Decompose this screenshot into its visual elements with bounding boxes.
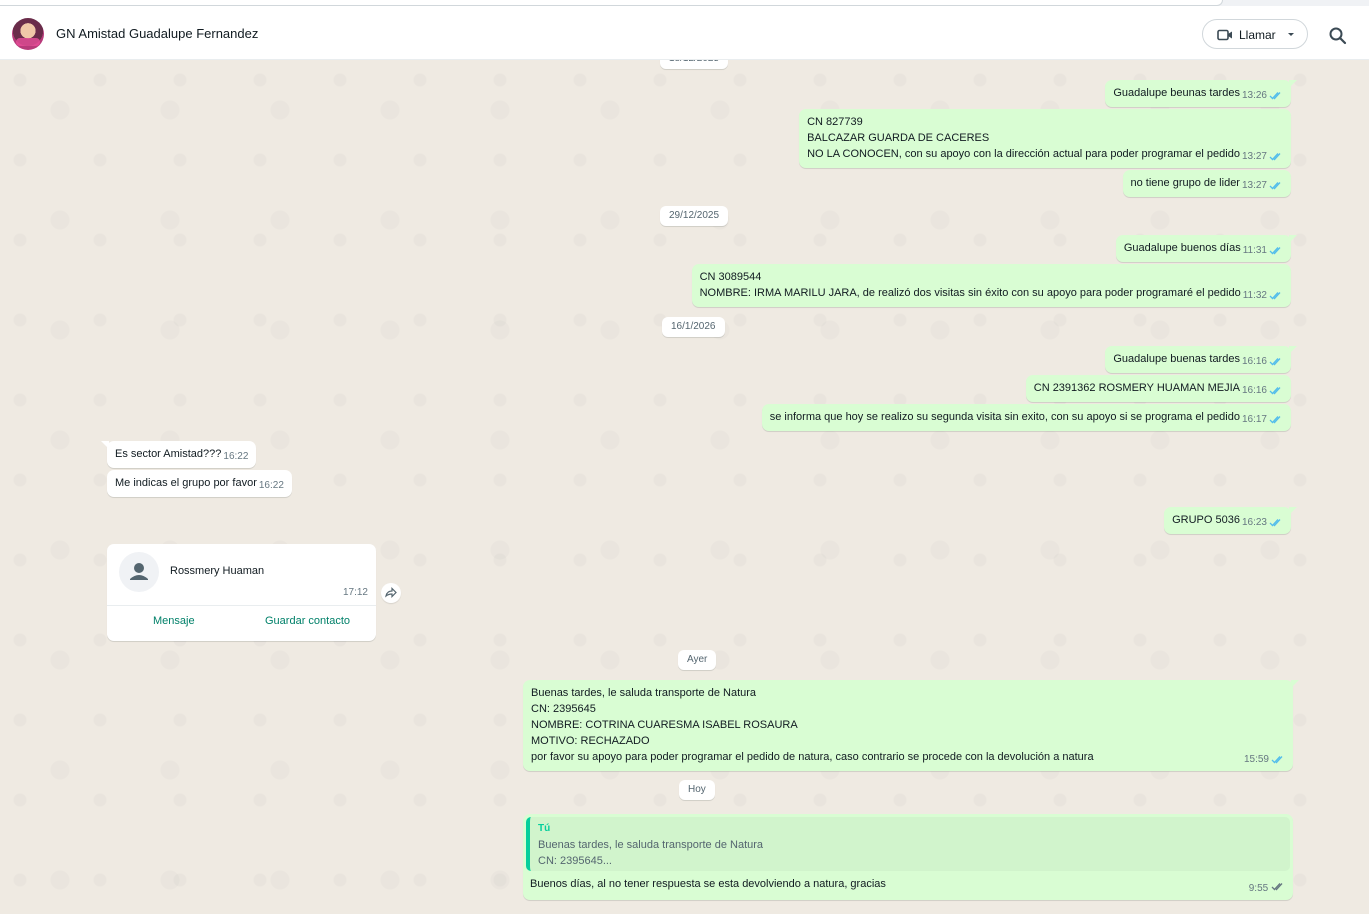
message-text: CN 827739 BALCAZAR GUARDA DE CACERES NO LA… — [807, 114, 1240, 162]
contact-card-divider — [107, 605, 376, 606]
message-line: NOMBRE: IRMA MARILU JARA, de realizó dos… — [699, 287, 1241, 299]
search-icon[interactable] — [1328, 26, 1348, 46]
message-meta: 16:16 — [1242, 383, 1283, 399]
double-check-icon — [1269, 182, 1281, 190]
call-button[interactable]: Llamar — [1202, 19, 1308, 49]
contact-card-time: 17:12 — [342, 587, 368, 598]
message-time: 13:27 — [1241, 151, 1267, 162]
outgoing-message[interactable]: CN 827739 BALCAZAR GUARDA DE CACERES NO LA… — [799, 109, 1291, 168]
person-icon — [130, 563, 148, 580]
date-separator: 18/12/2025 — [660, 60, 729, 69]
message-meta: 11:31 — [1243, 243, 1283, 259]
message-text: Me indicas el grupo por favor — [115, 477, 257, 489]
date-separator: Ayer — [678, 650, 717, 670]
message-line: NO LA CONOCEN, con su apoyo con la direc… — [807, 148, 1240, 160]
outgoing-message[interactable]: no tiene grupo de lider 13:27 — [1122, 170, 1291, 197]
message-text: Es sector Amistad??? — [115, 448, 222, 460]
message-meta: 16:16 — [1242, 354, 1283, 370]
outgoing-message[interactable]: Guadalupe beunas tardes 13:26 — [1105, 80, 1297, 107]
message-meta: 16:23 — [1242, 515, 1283, 531]
quoted-message[interactable]: Tú Buenas tardes, le saluda transporte d… — [526, 817, 1290, 871]
message-line: CN 827739 — [807, 116, 863, 128]
message-text: Guadalupe buenas tardes — [1113, 353, 1240, 365]
message-time: 16:16 — [1241, 356, 1267, 367]
message-contact-button[interactable]: Mensaje — [153, 615, 195, 627]
double-check-icon — [1269, 292, 1281, 300]
message-line: MOTIVO: RECHAZADO — [531, 735, 650, 747]
message-time: 16:22 — [223, 451, 249, 462]
message-line: Buenas tardes, le saluda transporte de N… — [531, 687, 757, 699]
message-time: 13:26 — [1241, 90, 1267, 101]
message-line: NOMBRE: COTRINA CUARESMA ISABEL ROSAURA — [531, 719, 798, 731]
forward-icon — [385, 587, 397, 598]
message-text: Guadalupe buenos días — [1123, 242, 1241, 254]
contact-avatar[interactable] — [12, 18, 44, 50]
chat-header: GN Amistad Guadalupe Fernandez Llamar — [0, 6, 1369, 60]
outgoing-message[interactable]: CN 3089544 NOMBRE: IRMA MARILU JARA, de r… — [691, 264, 1291, 307]
message-meta: 15:59 — [1244, 752, 1285, 768]
double-check-icon — [1269, 519, 1281, 527]
outgoing-message[interactable]: GRUPO 5036 16:23 — [1164, 507, 1297, 534]
outgoing-reply-message[interactable]: Tú Buenas tardes, le saluda transporte d… — [523, 814, 1293, 900]
message-list[interactable]: 18/12/2025 Guadalupe beunas tardes13:26 … — [0, 60, 1369, 914]
outgoing-message[interactable]: se informa que hoy se realizo su segunda… — [761, 404, 1291, 431]
shared-contact-card[interactable]: Rossmery Huaman 17:12 Mensaje Guardar co… — [107, 544, 376, 641]
message-time: 16:16 — [1241, 385, 1267, 396]
message-text: GRUPO 5036 — [1172, 514, 1240, 526]
message-time: 13:27 — [1241, 180, 1267, 191]
message-text: se informa que hoy se realizo su segunda… — [769, 411, 1240, 423]
avatar-decoration — [16, 38, 40, 46]
message-line: BALCAZAR GUARDA DE CACERES — [807, 132, 990, 144]
double-check-icon — [1269, 153, 1281, 161]
double-check-icon — [1269, 387, 1281, 395]
message-time: 11:32 — [1242, 290, 1267, 301]
outgoing-message[interactable]: Guadalupe buenos días 11:31 — [1115, 235, 1298, 262]
message-text: Buenos días, al no tener respuesta se es… — [530, 878, 886, 890]
date-separator: 16/1/2026 — [662, 317, 725, 337]
video-call-icon — [1217, 29, 1232, 41]
quoted-line: Buenas tardes, le saluda transporte de N… — [538, 839, 764, 851]
message-meta: 13:27 — [1242, 178, 1283, 194]
message-meta: 13:27 — [1242, 149, 1283, 165]
message-time: 15:59 — [1243, 754, 1269, 765]
forward-button[interactable] — [381, 583, 401, 603]
message-time: 9:55 — [1248, 883, 1269, 894]
message-time: 16:22 — [258, 480, 284, 491]
message-time: 16:23 — [1241, 517, 1267, 528]
double-check-icon — [1269, 416, 1281, 424]
chevron-down-icon — [1288, 33, 1294, 36]
outgoing-message[interactable]: Buenas tardes, le saluda transporte de N… — [523, 680, 1299, 771]
incoming-message[interactable]: Me indicas el grupo por favor 16:22 — [107, 470, 292, 497]
call-button-label: Llamar — [1239, 28, 1276, 42]
message-meta: 13:26 — [1242, 88, 1283, 104]
contact-card-name: Rossmery Huaman — [170, 565, 265, 577]
message-text: no tiene grupo de lider — [1130, 177, 1240, 189]
double-check-icon — [1271, 756, 1283, 764]
quoted-line: CN: 2395645... — [538, 855, 612, 867]
double-check-icon — [1269, 247, 1281, 255]
incoming-message[interactable]: Es sector Amistad??? 16:22 — [100, 441, 257, 468]
double-check-icon — [1269, 358, 1281, 366]
message-line: por favor su apoyo para poder programar … — [531, 751, 1094, 763]
double-check-icon — [1269, 92, 1281, 100]
message-time: 11:31 — [1242, 245, 1267, 256]
quoted-author: Tú — [538, 823, 551, 834]
message-line: CN 3089544 — [699, 271, 762, 283]
message-meta: 11:32 — [1243, 288, 1283, 304]
message-text: Guadalupe beunas tardes — [1113, 87, 1240, 99]
message-text: CN 2391362 ROSMERY HUAMAN MEJIA — [1033, 382, 1240, 394]
message-meta: 16:17 — [1242, 412, 1283, 428]
outgoing-message[interactable]: Guadalupe buenas tardes 16:16 — [1105, 346, 1297, 373]
date-separator: Hoy — [679, 780, 715, 800]
message-line: CN: 2395645 — [531, 703, 596, 715]
save-contact-button[interactable]: Guardar contacto — [265, 615, 350, 627]
double-check-icon — [1271, 883, 1283, 891]
contact-card-avatar — [119, 552, 159, 592]
date-separator: 29/12/2025 — [660, 206, 729, 226]
message-text: CN 3089544 NOMBRE: IRMA MARILU JARA, de r… — [700, 269, 1241, 301]
message-meta: 9:55 — [1249, 882, 1285, 894]
outgoing-message[interactable]: CN 2391362 ROSMERY HUAMAN MEJIA 16:16 — [1025, 375, 1291, 402]
contact-name[interactable]: GN Amistad Guadalupe Fernandez — [56, 26, 258, 41]
message-time: 16:17 — [1241, 414, 1267, 425]
